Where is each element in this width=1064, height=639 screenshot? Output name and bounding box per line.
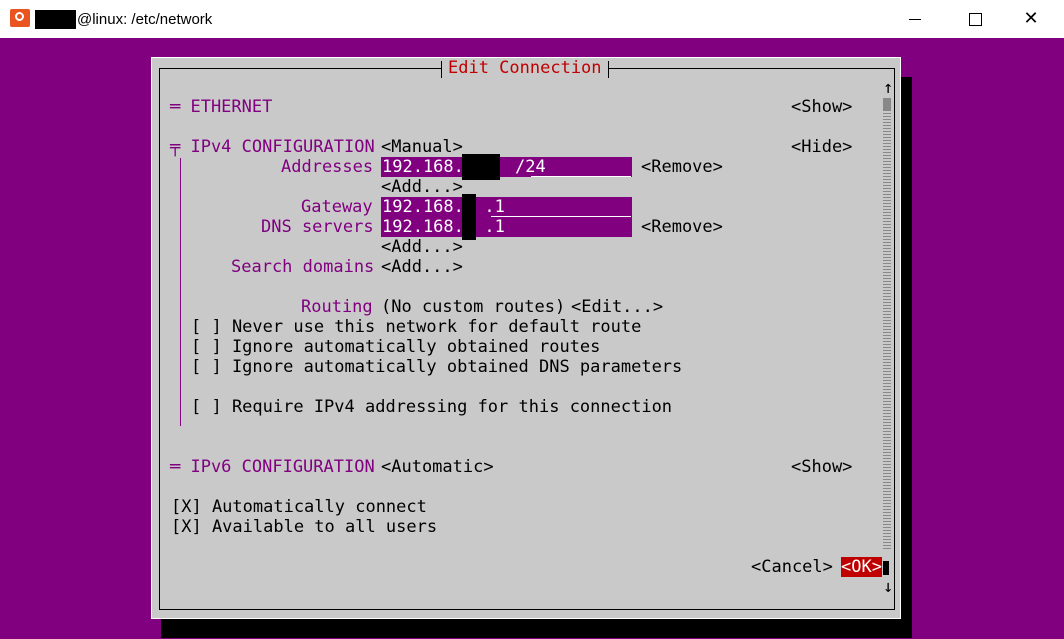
remove-address-button[interactable]: <Remove> [641,157,723,177]
address-input[interactable]: 192.168. /24 [381,157,632,177]
address-input-underline [531,176,631,177]
dns-server-input[interactable]: 192.168. .1 [381,217,632,237]
auto-connect-checkbox[interactable]: [X] Automatically connect [171,497,427,517]
ipv4-bracket-line [180,158,181,426]
maximize-icon [968,12,982,26]
edit-connection-dialog: Edit Connection ═ ETHERNET <Show> ╤ IPv4… [151,57,901,619]
scroll-up-arrow[interactable]: ↑ [883,78,893,98]
all-users-checkbox[interactable]: [X] Available to all users [171,517,437,537]
routing-label: Routing [301,297,373,317]
ethernet-show-button[interactable]: <Show> [791,97,852,117]
add-address-button[interactable]: <Add...> [381,177,463,197]
addresses-label: Addresses [281,157,374,177]
ubuntu-terminal-icon [10,9,30,27]
redacted-dns-octet [462,214,476,240]
cancel-button[interactable]: <Cancel> [751,557,833,577]
dialog-title: Edit Connection [441,58,609,78]
ipv6-show-button[interactable]: <Show> [791,457,852,477]
maximize-button[interactable] [952,0,998,38]
routing-edit-button[interactable]: <Edit...> [571,297,663,317]
terminal-area[interactable]: Edit Connection ═ ETHERNET <Show> ╤ IPv4… [0,38,1064,639]
add-search-domain-button[interactable]: <Add...> [381,257,463,277]
close-icon: ✕ [1023,8,1039,29]
redacted-address-octets [462,154,500,180]
gateway-input[interactable]: 192.168. .1 [381,197,632,217]
require-ipv4-checkbox[interactable]: [ ] Require IPv4 addressing for this con… [191,397,672,417]
scroll-down-arrow[interactable]: ↓ [883,577,893,597]
minimize-button[interactable] [892,0,938,38]
scrollbar-thumb[interactable] [883,98,891,110]
dialog-scrollbar[interactable] [883,98,891,550]
window-title: @linux: /etc/network [77,11,213,28]
ipv6-section-toggle[interactable]: ═ IPv6 CONFIGURATION [170,457,375,477]
ethernet-section-toggle[interactable]: ═ ETHERNET [170,97,272,117]
remove-dns-button[interactable]: <Remove> [641,217,723,237]
ipv4-method-select[interactable]: <Manual> [381,137,463,157]
terminal-cursor [883,561,889,575]
never-default-route-checkbox[interactable]: [ ] Never use this network for default r… [191,317,641,337]
routing-value: (No custom routes) [381,297,566,317]
ignore-dns-checkbox[interactable]: [ ] Ignore automatically obtained DNS pa… [191,357,682,377]
window-titlebar: @linux: /etc/network ✕ [0,0,1064,39]
gateway-label: Gateway [301,197,373,217]
add-dns-button[interactable]: <Add...> [381,237,463,257]
close-button[interactable]: ✕ [1008,0,1054,38]
ipv4-hide-button[interactable]: <Hide> [791,137,852,157]
ipv6-method-select[interactable]: <Automatic> [381,457,494,477]
ipv4-section-toggle[interactable]: ╤ IPv4 CONFIGURATION [170,137,375,157]
minimize-icon [909,18,921,20]
search-domains-label: Search domains [231,257,375,277]
ignore-routes-checkbox[interactable]: [ ] Ignore automatically obtained routes [191,337,600,357]
redacted-username [35,10,76,29]
ok-button[interactable]: <OK> [841,557,882,577]
dns-servers-label: DNS servers [261,217,374,237]
